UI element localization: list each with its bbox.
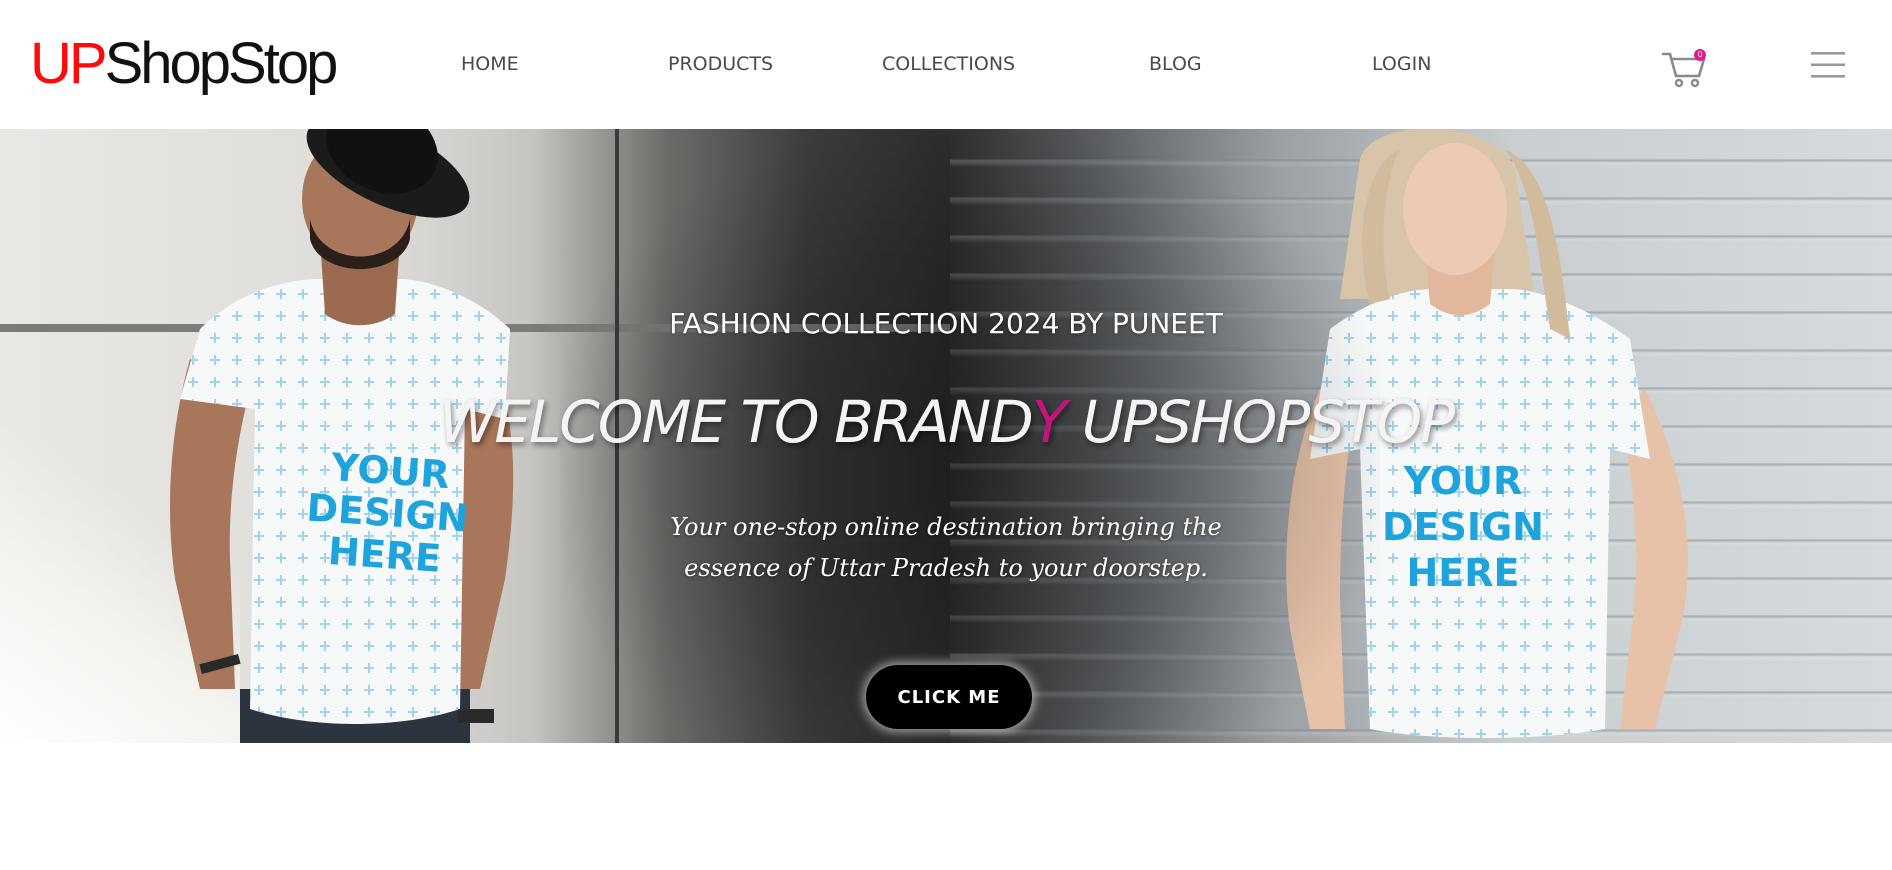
hero-title-part2: UPSHOPSTOP <box>1065 388 1455 456</box>
hero-subtitle-line: Your one-stop online destination bringin… <box>670 513 1222 541</box>
site-header: UPShopStop HOME PRODUCTS COLLECTIONS BLO… <box>0 0 1892 129</box>
site-logo[interactable]: UPShopStop <box>30 26 339 102</box>
female-shirt-print: YOUR DESIGN HERE <box>1368 458 1558 596</box>
shirt-print-line: YOUR <box>1403 459 1523 503</box>
shirt-print-line: HERE <box>1406 551 1520 595</box>
hamburger-menu-icon[interactable] <box>1808 48 1848 82</box>
nav-products[interactable]: PRODUCTS <box>668 52 773 76</box>
hero-subtitle: Your one-stop online destination bringin… <box>646 507 1246 589</box>
nav-collections[interactable]: COLLECTIONS <box>882 52 1015 76</box>
nav-blog[interactable]: BLOG <box>1149 52 1202 76</box>
male-shirt-print: YOUR DESIGN HERE <box>296 444 479 582</box>
shirt-print-line: DESIGN <box>1381 505 1544 549</box>
cart-count-badge: 0 <box>1694 49 1706 61</box>
hero-title: WELCOME TO BRANDY UPSHOPSTOP <box>0 384 1892 460</box>
hero-eyebrow: FASHION COLLECTION 2024 BY PUNEET <box>669 307 1223 340</box>
nav-login[interactable]: LOGIN <box>1372 52 1431 76</box>
hero-title-accent: Y <box>1031 388 1067 456</box>
logo-shopstop: ShopStop <box>104 31 339 96</box>
hero-title-part1: WELCOME TO BRAND <box>438 388 1034 456</box>
hero-subtitle-line: essence of Uttar Pradesh to your doorste… <box>684 554 1208 582</box>
click-me-button[interactable]: CLICK ME <box>866 665 1032 729</box>
nav-home[interactable]: HOME <box>461 52 519 76</box>
logo-up: UP <box>30 31 108 96</box>
